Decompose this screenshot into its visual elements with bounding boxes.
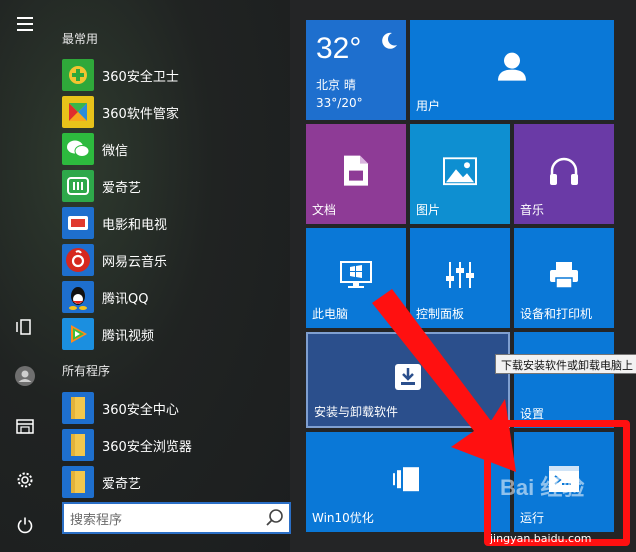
watermark-logo: Bai 经验 <box>500 475 585 500</box>
watermark-url: jingyan.baidu.com <box>490 532 592 545</box>
